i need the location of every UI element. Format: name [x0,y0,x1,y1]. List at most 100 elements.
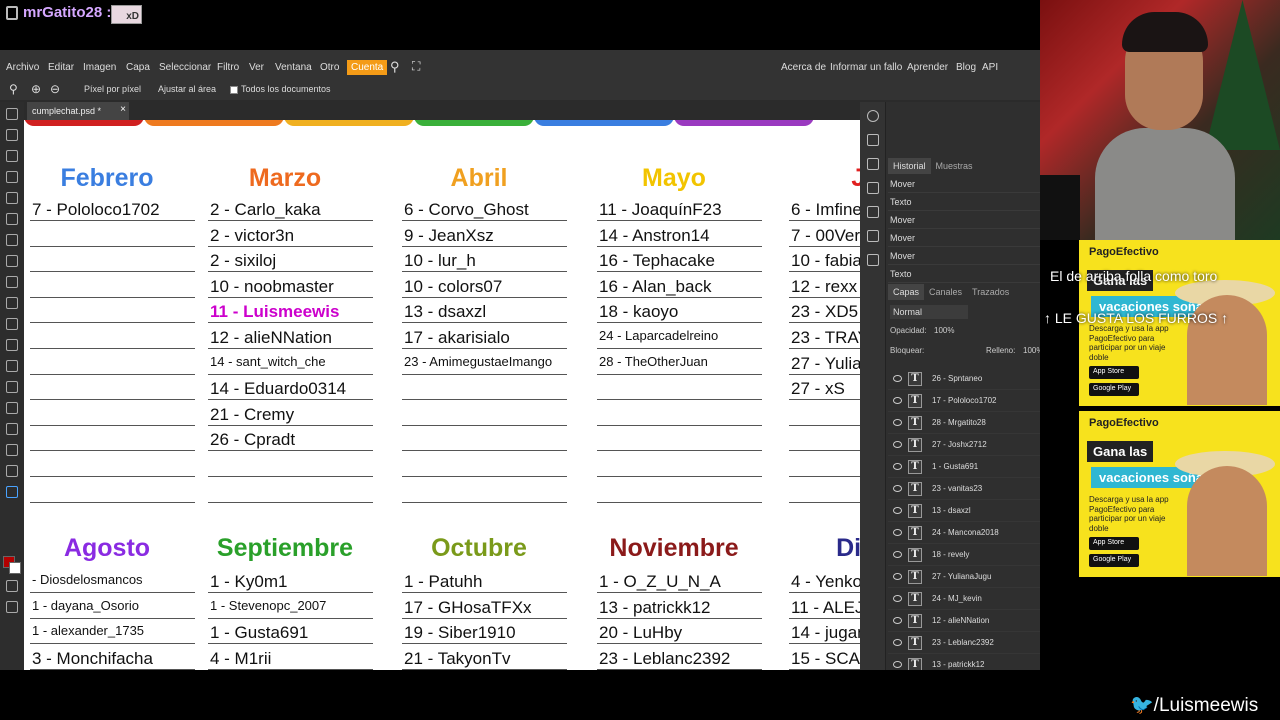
menu-archivo[interactable]: Archivo [6,62,39,73]
tab-trazados[interactable]: Trazados [967,284,1014,300]
screen-mode-icon[interactable] [6,601,18,613]
eye-icon[interactable] [893,639,902,646]
birthday-entry[interactable]: 16 - Alan_back [599,277,711,297]
pen-tool-icon[interactable] [6,402,18,414]
history-item[interactable]: Mover [888,229,1040,247]
crop-tool-icon[interactable] [6,192,18,204]
stamp-tool-icon[interactable] [6,276,18,288]
birthday-entry[interactable]: 1 - Stevenopc_2007 [210,598,326,613]
tab-historial[interactable]: Historial [888,158,931,174]
app-store-badge[interactable]: App Store [1089,366,1139,379]
birthday-entry[interactable]: 10 - colors07 [404,277,502,297]
menu-blog[interactable]: Blog [956,62,976,73]
menu-editar[interactable]: Editar [48,62,74,73]
layer-row[interactable]: T 17 - Pololoco1702 [888,390,1040,412]
eye-icon[interactable] [893,573,902,580]
layer-row[interactable]: T 13 - patrickk12 [888,654,1040,670]
background-color-swatch[interactable] [9,562,21,574]
blend-mode-select[interactable]: Normal [890,305,968,319]
birthday-entry[interactable]: 23 - AmimegustaeImango [404,354,552,369]
zoom-out-icon[interactable]: ⊖ [50,82,60,96]
birthday-entry[interactable]: 17 - GHosaTFXx [404,598,532,618]
menu-learn[interactable]: Aprender [907,62,948,73]
birthday-entry[interactable]: 10 - fabia [791,251,860,271]
birthday-entry[interactable]: 23 - Leblanc2392 [599,649,730,669]
layer-row[interactable]: T 26 - Spntaneo [888,368,1040,390]
eraser-tool-icon[interactable] [6,297,18,309]
birthday-entry[interactable]: 9 - JeanXsz [404,226,494,246]
birthday-entry[interactable]: 11 - ALEJAN [791,598,860,618]
birthday-entry[interactable]: 2 - sixiloj [210,251,276,271]
menu-report-bug[interactable]: Informar un fallo [830,62,902,73]
birthday-entry[interactable]: 23 - TRAY [791,328,860,348]
birthday-entry[interactable]: 21 - TakyonTv [404,649,510,669]
fill-tool-icon[interactable] [6,318,18,330]
layer-row[interactable]: T 1 - Gusta691 [888,456,1040,478]
birthday-entry[interactable]: 7 - 00Ver [791,226,860,246]
zoom-tool-active-icon[interactable] [6,486,18,498]
birthday-entry[interactable]: 21 - Cremy [210,405,294,425]
eye-icon[interactable] [893,485,902,492]
image-panel-icon[interactable] [867,254,879,266]
fill-input[interactable]: 100% [1023,346,1040,355]
birthday-entry[interactable]: 11 - Luismeewis [210,302,339,322]
birthday-entry[interactable]: 13 - patrickk12 [599,598,711,618]
birthday-entry[interactable]: 7 - Pololoco1702 [32,200,160,220]
marquee-tool-icon[interactable] [6,129,18,141]
layer-row[interactable]: T 23 - Leblanc2392 [888,632,1040,654]
move-tool-icon[interactable] [6,108,18,120]
path-select-tool-icon[interactable] [6,423,18,435]
history-item[interactable]: Mover [888,211,1040,229]
character-panel-icon[interactable] [867,182,879,194]
layer-row[interactable]: T 27 - Joshx2712 [888,434,1040,456]
tab-capas[interactable]: Capas [888,284,925,300]
birthday-entry[interactable]: 16 - Tephacake [599,251,715,271]
fullscreen-icon[interactable]: ⛶ [412,59,420,74]
menu-about[interactable]: Acerca de [781,62,826,73]
layer-row[interactable]: T 18 - revely [888,544,1040,566]
birthday-entry[interactable]: 2 - Carlo_kaka [210,200,321,220]
birthday-entry[interactable]: 14 - Anstron14 [599,226,710,246]
history-item[interactable]: Texto [888,265,1040,283]
menu-api[interactable]: API [982,62,998,73]
all-documents-checkbox[interactable] [230,86,238,94]
birthday-entry[interactable]: 1 - Ky0m1 [210,572,287,592]
birthday-entry[interactable]: 1 - alexander_1735 [32,623,144,638]
birthday-entry[interactable]: 3 - Monchifacha [32,649,153,669]
birthday-entry[interactable]: 19 - Siber1910 [404,623,516,643]
birthday-entry[interactable]: 4 - M1rii [210,649,271,669]
google-play-badge[interactable]: Google Play [1089,383,1139,396]
layer-row[interactable]: T 24 - MJ_kevin [888,588,1040,610]
eye-icon[interactable] [893,507,902,514]
menu-imagen[interactable]: Imagen [83,62,116,73]
history-item[interactable]: Mover [888,247,1040,265]
birthday-entry[interactable]: 17 - akarisialo [404,328,510,348]
fit-area-button[interactable]: Ajustar al área [158,84,216,94]
birthday-entry[interactable]: 12 - alieNNation [210,328,332,348]
eye-icon[interactable] [893,595,902,602]
birthday-entry[interactable]: 1 - Gusta691 [210,623,308,643]
birthday-entry[interactable]: 1 - O_Z_U_N_A [599,572,721,592]
paragraph-panel-icon[interactable] [867,206,879,218]
eye-icon[interactable] [893,617,902,624]
search-icon[interactable]: ⚲ [390,59,400,75]
hand-tool-icon[interactable] [6,465,18,477]
ad-banner-2[interactable]: PagoEfectivo Gana las vacaciones soñadas… [1079,411,1280,577]
blur-tool-icon[interactable] [6,339,18,351]
birthday-entry[interactable]: 6 - Imfine [791,200,860,220]
birthday-entry[interactable]: 4 - Yenko [791,572,860,592]
layer-row[interactable]: T 13 - dsaxzl [888,500,1040,522]
dodge-tool-icon[interactable] [6,360,18,372]
birthday-entry[interactable]: 2 - victor3n [210,226,294,246]
birthday-entry[interactable]: 11 - JoaquínF23 [599,200,722,220]
eye-icon[interactable] [893,661,902,668]
menu-ver[interactable]: Ver [249,62,264,73]
birthday-entry[interactable]: 26 - Cpradt [210,430,295,450]
history-item[interactable]: Mover [888,175,1040,193]
google-play-badge[interactable]: Google Play [1089,554,1139,567]
layer-row[interactable]: T 12 - alieNNation [888,610,1040,632]
eye-icon[interactable] [893,375,902,382]
menu-seleccionar[interactable]: Seleccionar [159,62,211,73]
birthday-entry[interactable]: 20 - LuHby [599,623,682,643]
birthday-entry[interactable]: 24 - Laparcadelreino [599,328,718,343]
